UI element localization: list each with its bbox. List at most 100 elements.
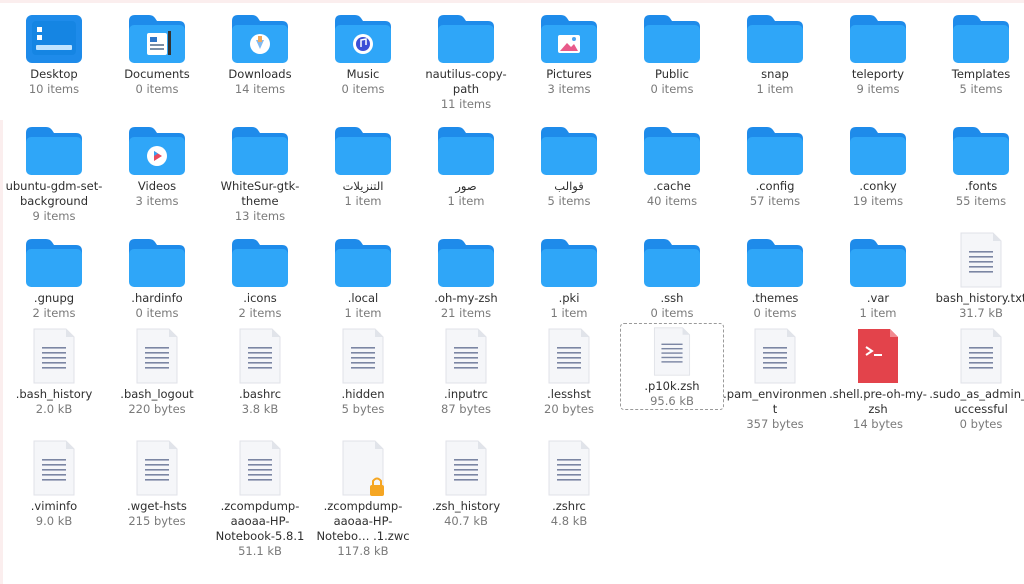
- folder-item[interactable]: Downloads 14 items: [208, 5, 312, 97]
- music-folder-icon: [333, 13, 393, 65]
- item-meta: 13 items: [234, 209, 286, 223]
- folder-item[interactable]: .fonts 55 items: [929, 117, 1024, 209]
- item-meta: 40.7 kB: [444, 514, 488, 528]
- file-item[interactable]: .zcompdump-aaoaa-HP-Notebook-5.8.1 51.1 k…: [208, 437, 312, 559]
- file-item[interactable]: .sudo_as_admin_successful 0 bytes: [929, 325, 1024, 432]
- item-meta: 220 bytes: [128, 402, 186, 416]
- item-meta: 95.6 kB: [650, 394, 694, 408]
- text-file-icon: [333, 327, 393, 385]
- file-item[interactable]: .inputrc 87 bytes: [414, 325, 518, 417]
- item-name: قوالب: [554, 179, 584, 193]
- text-file-icon: [539, 327, 599, 385]
- file-item[interactable]: .zshrc 4.8 kB: [517, 437, 621, 529]
- item-name: Documents: [124, 67, 190, 81]
- folder-item[interactable]: .config 57 items: [723, 117, 827, 209]
- item-name: teleporty: [851, 67, 905, 81]
- folder-item[interactable]: teleporty 9 items: [826, 5, 930, 97]
- folder-item[interactable]: Videos 3 items: [105, 117, 209, 209]
- folder-icon: [539, 237, 599, 289]
- item-meta: 51.1 kB: [238, 544, 282, 558]
- file-item[interactable]: bash_history.txt 31.7 kB: [929, 229, 1024, 321]
- item-meta: 10 items: [28, 82, 80, 96]
- file-item[interactable]: .hidden 5 bytes: [311, 325, 415, 417]
- folder-item[interactable]: WhiteSur-gtk-theme 13 items: [208, 117, 312, 224]
- folder-item[interactable]: .oh-my-zsh 21 items: [414, 229, 518, 321]
- item-meta: 2 items: [32, 306, 76, 320]
- item-name: .bash_history: [15, 387, 93, 401]
- folder-icon: [642, 125, 702, 177]
- folder-item[interactable]: .local 1 item: [311, 229, 415, 321]
- item-meta: 21 items: [440, 306, 492, 320]
- item-name: nautilus-copy-path: [425, 67, 507, 96]
- folder-icon: [745, 125, 805, 177]
- folder-item[interactable]: .cache 40 items: [620, 117, 724, 209]
- folder-item[interactable]: صور 1 item: [414, 117, 518, 209]
- item-name: .viminfo: [30, 499, 78, 513]
- item-name: Downloads: [228, 67, 292, 81]
- shell-script-icon: [848, 327, 908, 385]
- item-meta: 4.8 kB: [550, 514, 588, 528]
- item-name: .zsh_history: [431, 499, 501, 513]
- file-item[interactable]: .wget-hsts 215 bytes: [105, 437, 209, 529]
- folder-icon: [642, 13, 702, 65]
- item-meta: 0 items: [135, 306, 179, 320]
- item-name: .bash_logout: [120, 387, 194, 401]
- folder-item[interactable]: .icons 2 items: [208, 229, 312, 321]
- folder-item[interactable]: ubuntu-gdm-set-background 9 items: [2, 117, 106, 224]
- folder-item[interactable]: Desktop 10 items: [2, 5, 106, 97]
- item-name: .cache: [653, 179, 691, 193]
- folder-icon: [848, 13, 908, 65]
- item-meta: 1 item: [344, 306, 382, 320]
- text-file-icon: [230, 327, 290, 385]
- folder-icon: [642, 237, 702, 289]
- item-meta: 1 item: [550, 306, 588, 320]
- item-meta: 11 items: [440, 97, 492, 111]
- item-name: .pam_environment: [723, 387, 827, 416]
- item-name: .gnupg: [33, 291, 75, 305]
- item-meta: 31.7 kB: [959, 306, 1003, 320]
- item-meta: 3 items: [135, 194, 179, 208]
- folder-item[interactable]: Music 0 items: [311, 5, 415, 97]
- item-meta: 1 item: [447, 194, 485, 208]
- item-meta: 0 items: [135, 82, 179, 96]
- folder-icon: [230, 237, 290, 289]
- file-item[interactable]: .viminfo 9.0 kB: [2, 437, 106, 529]
- item-name: .inputrc: [443, 387, 489, 401]
- text-file-icon: [436, 327, 496, 385]
- folder-item[interactable]: قوالب 5 items: [517, 117, 621, 209]
- item-meta: 5 items: [959, 82, 1003, 96]
- folder-item[interactable]: Public 0 items: [620, 5, 724, 97]
- text-file-icon: [24, 439, 84, 497]
- folder-item[interactable]: Documents 0 items: [105, 5, 209, 97]
- folder-item[interactable]: .ssh 0 items: [620, 229, 724, 321]
- file-item[interactable]: .lesshst 20 bytes: [517, 325, 621, 417]
- folder-item[interactable]: .pki 1 item: [517, 229, 621, 321]
- file-item[interactable]: .zsh_history 40.7 kB: [414, 437, 518, 529]
- folder-item[interactable]: Templates 5 items: [929, 5, 1024, 97]
- folder-item[interactable]: .themes 0 items: [723, 229, 827, 321]
- file-item[interactable]: .shell.pre-oh-my-zsh 14 bytes: [826, 325, 930, 432]
- file-item[interactable]: .pam_environment 357 bytes: [723, 325, 827, 432]
- file-item[interactable]: .p10k.zsh 95.6 kB: [620, 323, 724, 410]
- item-name: صور: [455, 179, 477, 193]
- folder-item[interactable]: Pictures 3 items: [517, 5, 621, 97]
- item-name: Music: [346, 67, 380, 81]
- folder-item[interactable]: .hardinfo 0 items: [105, 229, 209, 321]
- folder-item[interactable]: .gnupg 2 items: [2, 229, 106, 321]
- folder-item[interactable]: .conky 19 items: [826, 117, 930, 209]
- item-name: Desktop: [30, 67, 78, 81]
- file-item[interactable]: .bashrc 3.8 kB: [208, 325, 312, 417]
- folder-item[interactable]: snap 1 item: [723, 5, 827, 97]
- text-file-icon: [642, 326, 702, 377]
- file-item[interactable]: .bash_logout 220 bytes: [105, 325, 209, 417]
- item-name: .var: [866, 291, 890, 305]
- item-meta: 2 items: [238, 306, 282, 320]
- item-name: Videos: [137, 179, 177, 193]
- folder-icon: [951, 13, 1011, 65]
- item-name: .p10k.zsh: [644, 379, 700, 393]
- folder-item[interactable]: التنزيلات 1 item: [311, 117, 415, 209]
- folder-item[interactable]: .var 1 item: [826, 229, 930, 321]
- file-item[interactable]: .bash_history 2.0 kB: [2, 325, 106, 417]
- file-item[interactable]: .zcompdump-aaoaa-HP-Notebo… .1.zwc 117.8 …: [311, 437, 415, 559]
- folder-item[interactable]: nautilus-copy-path 11 items: [414, 5, 518, 112]
